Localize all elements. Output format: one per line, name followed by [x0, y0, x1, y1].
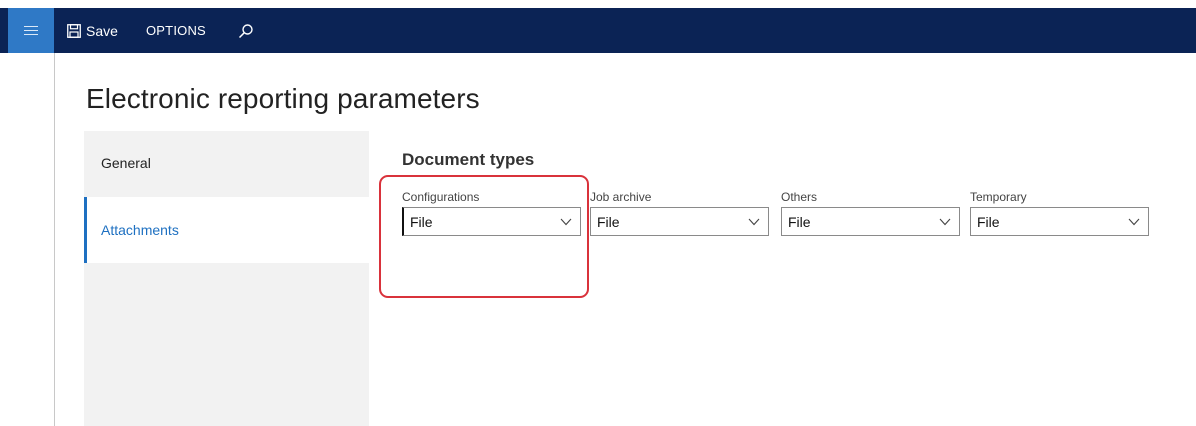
- section-title: Document types: [402, 150, 535, 169]
- temporary-field: Temporary File: [970, 190, 1149, 236]
- nav-item-attachments[interactable]: Attachments: [84, 197, 369, 263]
- select-value: File: [788, 213, 811, 230]
- job-archive-field: Job archive File: [590, 190, 769, 236]
- temporary-label: Temporary: [970, 190, 1027, 204]
- save-button[interactable]: Save: [67, 8, 118, 53]
- save-label: Save: [86, 22, 118, 39]
- page-title: Electronic reporting parameters: [86, 83, 480, 114]
- save-icon: [67, 23, 81, 38]
- others-field: Others File: [781, 190, 960, 236]
- parameters-nav: General Attachments: [84, 131, 369, 426]
- options-button[interactable]: OPTIONS: [146, 8, 206, 53]
- highlight-box: [379, 175, 589, 298]
- search-button[interactable]: [238, 8, 254, 53]
- temporary-select[interactable]: File: [970, 207, 1149, 236]
- others-label: Others: [781, 190, 818, 204]
- others-select[interactable]: File: [781, 207, 960, 236]
- hamburger-icon: [24, 25, 38, 36]
- options-label: OPTIONS: [146, 23, 206, 38]
- chevron-down-icon: [1128, 218, 1140, 225]
- chevron-down-icon: [748, 218, 760, 225]
- nav-item-label: General: [101, 155, 151, 171]
- nav-item-label: Attachments: [101, 222, 179, 238]
- select-value: File: [977, 213, 1000, 230]
- left-rail-divider: [54, 53, 55, 426]
- search-icon: [238, 23, 253, 38]
- job-archive-select[interactable]: File: [590, 207, 769, 236]
- job-archive-label: Job archive: [590, 190, 652, 204]
- nav-item-general[interactable]: General: [84, 131, 369, 195]
- select-value: File: [597, 213, 620, 230]
- navigation-menu-button[interactable]: [8, 8, 54, 53]
- chevron-down-icon: [939, 218, 951, 225]
